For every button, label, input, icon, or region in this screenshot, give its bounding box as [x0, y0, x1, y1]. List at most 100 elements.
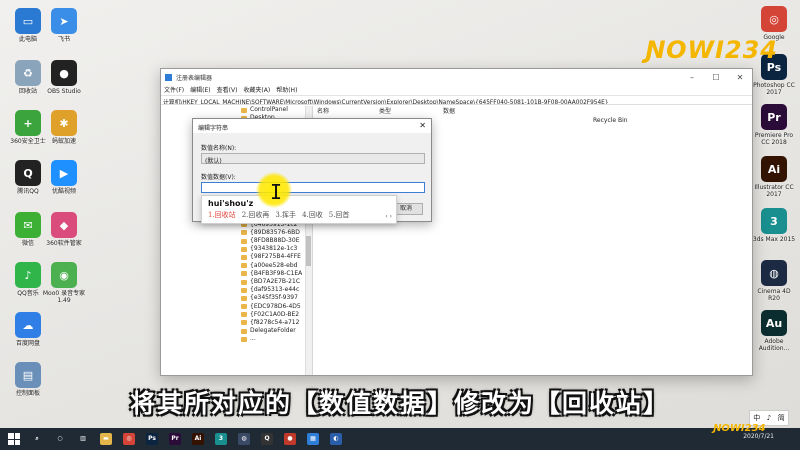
ime-candidate-4[interactable]: 4.回收	[302, 210, 323, 220]
taskbar-taskview[interactable]: ▥	[73, 428, 93, 450]
value-name-label: 数值名称(N):	[201, 145, 237, 152]
desktop-icon-audition[interactable]: Au Adobe Audition...	[752, 310, 796, 352]
taskbar-record[interactable]: ●	[280, 428, 300, 450]
desktop-icon-video[interactable]: ▶ 优酷视频	[42, 160, 86, 195]
ime-candidate-2[interactable]: 2.回收再	[242, 210, 270, 220]
tree-item[interactable]: {f8278c54-a712	[161, 319, 312, 327]
desktop-icon-mooc[interactable]: ◉ Moo0 录音专家 1.49	[42, 262, 86, 304]
taskbar-chrome[interactable]: ◎	[119, 428, 139, 450]
tree-item[interactable]: {9343812e-1c3	[161, 245, 312, 253]
folder-icon	[241, 279, 247, 285]
tree-item[interactable]: {8FD8B88D-30E	[161, 237, 312, 245]
column-type[interactable]: 类型	[379, 106, 443, 116]
tree-item[interactable]: {F02C1A0D-BE2	[161, 311, 312, 319]
ime-candidate-3[interactable]: 3.挥手	[275, 210, 296, 220]
desktop-icon-premiere[interactable]: Pr Premiere Pro CC 2018	[752, 104, 796, 146]
tree-item[interactable]: {98F275B4-4FFE	[161, 253, 312, 261]
menu-favorites[interactable]: 收藏夹(A)	[243, 85, 270, 95]
column-name[interactable]: 名称	[317, 106, 379, 116]
desktop-icon-label: 百度网盘	[15, 340, 40, 347]
dialog-titlebar[interactable]: 编辑字符串 ✕	[193, 119, 431, 133]
value-name-field: (默认)	[201, 153, 425, 165]
folder-icon	[241, 304, 247, 310]
desktop-icon-3dsmax[interactable]: 3 3ds Max 2015	[752, 208, 796, 243]
taskbar: ⌕ ○ ▥ ▬ ◎ Ps Pr Ai 3 ◍ Q ● ▦ ◐ 2020/7/21	[0, 428, 800, 450]
tree-item[interactable]: {89D83576-6BD	[161, 229, 312, 237]
ime-page-nav[interactable]: ‹ ›	[385, 213, 392, 220]
folder-icon	[241, 336, 247, 342]
folder-icon	[241, 312, 247, 318]
tree-scroll-thumb[interactable]	[306, 236, 311, 266]
tree-item[interactable]: {EDC978D6-4D5	[161, 303, 312, 311]
tree-item-label: {a00ee528-ebd	[250, 261, 298, 269]
taskbar-explorer[interactable]: ▬	[96, 428, 116, 450]
ime-mode-punct[interactable]: ♪	[767, 414, 771, 422]
taskbar-qq[interactable]: Q	[257, 428, 277, 450]
obs-icon: ●	[51, 60, 77, 86]
close-button[interactable]: ✕	[728, 73, 752, 82]
desktop-icon-label: Cinema 4D R20	[757, 288, 791, 302]
menu-view[interactable]: 查看(V)	[217, 85, 238, 95]
taskbar-regedit[interactable]: ▦	[303, 428, 323, 450]
menu-file[interactable]: 文件(F)	[164, 85, 184, 95]
regedit-titlebar[interactable]: 注册表编辑器 – ☐ ✕	[161, 69, 752, 85]
tree-item[interactable]: DelegateFolder	[161, 327, 312, 335]
video-subtitle: 将其所对应的【数值数据】修改为【回收站】	[129, 389, 670, 418]
tree-item[interactable]: {BD7A2E7B-21C	[161, 278, 312, 286]
tree-item-label: {e345f35f-9397	[250, 294, 298, 302]
tree-item[interactable]: {B4FB3F98-C1EA	[161, 270, 312, 278]
taskbar-clock[interactable]: 2020/7/21	[743, 433, 774, 440]
3dsmax-icon: 3	[215, 433, 227, 445]
photoshop-icon: Ps	[146, 433, 158, 445]
menu-help[interactable]: 帮助(H)	[276, 85, 297, 95]
taskbar-cortana[interactable]: ○	[50, 428, 70, 450]
taskbar-search[interactable]: ⌕	[27, 428, 47, 450]
ime-candidate-5[interactable]: 5.回首	[329, 210, 350, 220]
desktop-icon-label: OBS Studio	[47, 88, 81, 95]
ant-icon: ✱	[51, 110, 77, 136]
menu-edit[interactable]: 编辑(E)	[190, 85, 210, 95]
windows-logo-icon	[8, 433, 20, 445]
desktop-icon-360-software[interactable]: ◆ 360软件管家	[42, 212, 86, 247]
tree-item[interactable]: {daf95313-e44c	[161, 286, 312, 294]
computer-icon: ▭	[15, 8, 41, 34]
tree-item[interactable]: ControlPanel	[161, 106, 312, 114]
desktop-icon-illustrator[interactable]: Ai Illustrator CC 2017	[752, 156, 796, 198]
start-button[interactable]	[4, 428, 24, 450]
desktop-icon-cinema4d[interactable]: ◍ Cinema 4D R20	[752, 260, 796, 302]
ime-mode-simplified[interactable]: 简	[778, 413, 785, 423]
feishu-icon: ➤	[51, 8, 77, 34]
address-bar[interactable]: 计算机\HKEY_LOCAL_MACHINE\SOFTWARE\Microsof…	[161, 95, 752, 105]
folder-icon	[241, 254, 247, 260]
tree-item-label: DelegateFolder	[250, 327, 296, 335]
tree-item[interactable]: {a00ee528-ebd	[161, 262, 312, 270]
desktop-icon-label: 蚂蚁加速	[51, 138, 76, 145]
desktop-icon-ant[interactable]: ✱ 蚂蚁加速	[42, 110, 86, 145]
taskbar-illustrator[interactable]: Ai	[188, 428, 208, 450]
minimize-button[interactable]: –	[680, 73, 704, 82]
column-data[interactable]: 数据	[443, 106, 455, 116]
taskbar-3dsmax[interactable]: 3	[211, 428, 231, 450]
dialog-close-icon[interactable]: ✕	[419, 122, 426, 130]
ime-candidate-1[interactable]: 1.回收站	[208, 210, 236, 220]
desktop-icon-feishu[interactable]: ➤ 飞书	[42, 8, 86, 43]
desktop-icon-obs[interactable]: ● OBS Studio	[42, 60, 86, 95]
tree-item[interactable]: ...	[161, 335, 312, 343]
folder-icon	[241, 320, 247, 326]
taskbar-blender[interactable]: ◐	[326, 428, 346, 450]
ime-candidate-window[interactable]: hui'shou'z 1.回收站 2.回收再 3.挥手 4.回收 5.回首 ‹ …	[201, 195, 397, 224]
taskbar-c4d[interactable]: ◍	[234, 428, 254, 450]
ime-mode-chinese[interactable]: 中	[753, 413, 760, 423]
value-data-input[interactable]	[201, 182, 425, 193]
mooc-icon: ◉	[51, 262, 77, 288]
desktop-icon-label: Premiere Pro CC 2018	[754, 132, 794, 146]
tree-item-label: {8FD8B88D-30E	[250, 237, 300, 245]
tree-item[interactable]: {e345f35f-9397	[161, 294, 312, 302]
taskbar-premiere[interactable]: Pr	[165, 428, 185, 450]
folder-icon	[241, 287, 247, 293]
tree-item-label: {B4FB3F98-C1EA	[250, 269, 303, 277]
taskbar-photoshop[interactable]: Ps	[142, 428, 162, 450]
cortana-icon: ○	[57, 435, 63, 442]
desktop-icon-netdisk[interactable]: ☁ 百度网盘	[6, 312, 50, 347]
maximize-button[interactable]: ☐	[704, 73, 728, 82]
